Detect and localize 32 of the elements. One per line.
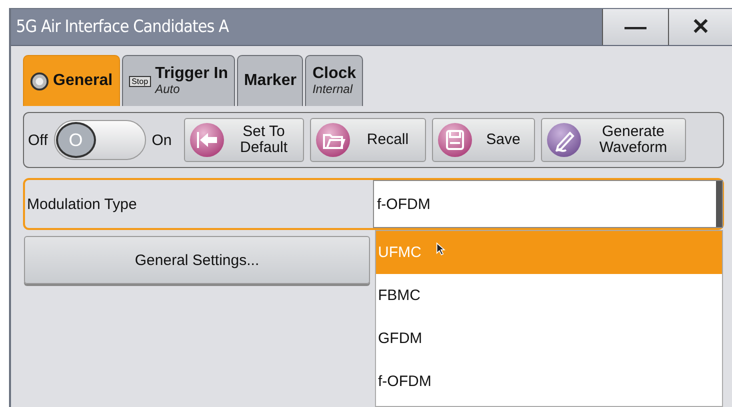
modulation-dropdown[interactable]: f-OFDM	[373, 180, 723, 228]
tab-label: Marker	[244, 72, 296, 90]
radio-icon	[30, 72, 49, 90]
modulation-label: Modulation Type	[27, 196, 137, 212]
tab-label: Trigger In	[155, 66, 228, 84]
tab-sublabel: Auto	[155, 83, 181, 96]
on-label: On	[152, 132, 172, 148]
tab-label: General	[53, 72, 113, 90]
stop-badge: Stop	[128, 76, 152, 86]
close-button[interactable]: ✕	[668, 9, 732, 45]
mouse-cursor-icon	[436, 242, 446, 256]
tab[interactable]: General	[23, 55, 120, 106]
tab-sublabel: Internal	[312, 83, 354, 96]
tab[interactable]: Marker	[236, 55, 304, 106]
tab-label: Clock	[312, 66, 356, 84]
save-button[interactable]: Save	[432, 118, 535, 162]
pen-icon	[546, 122, 582, 158]
off-label: Off	[28, 132, 48, 148]
floppy-icon	[436, 122, 473, 158]
arrow-left-icon	[188, 122, 225, 158]
minimize-button[interactable]: —	[602, 9, 668, 45]
dropdown-option[interactable]: f-OFDM	[376, 360, 722, 403]
general-settings-button[interactable]: General Settings...	[24, 236, 370, 284]
window-title: 5G Air Interface Candidates A	[15, 17, 229, 37]
tab[interactable]: Clock Internal	[305, 55, 364, 106]
default-button[interactable]: Set To Default	[184, 118, 304, 162]
generate-button[interactable]: Generate Waveform	[540, 118, 686, 162]
dropdown-option[interactable]: FBMC	[376, 274, 722, 317]
folder-icon	[314, 122, 351, 158]
tab[interactable]: Stop Trigger In Auto	[122, 55, 235, 106]
dropdown-option[interactable]: GFDM	[376, 317, 722, 360]
recall-button[interactable]: Recall	[310, 118, 426, 162]
